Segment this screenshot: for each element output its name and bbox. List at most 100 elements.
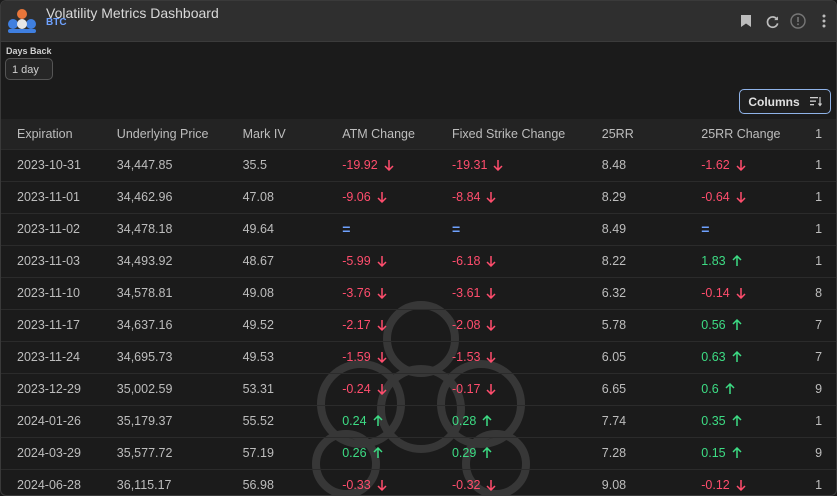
- underlying-price-cell: 34,637.16: [116, 318, 173, 332]
- expiration-cell: 2023-11-03: [17, 254, 81, 268]
- mark-iv-cell: 57.19: [242, 446, 274, 460]
- rr25-cell: 9.08: [601, 478, 627, 493]
- days-back-select[interactable]: 1 day: [5, 58, 53, 80]
- rr25-change-cell: -1.62: [685, 149, 799, 181]
- expiration-cell: 2024-03-29: [17, 446, 81, 460]
- extra-column-cell: 1: [815, 190, 823, 204]
- table-row[interactable]: 2023-11-03 34,493.92 48.67 -5.99 -6.18 8.22 1.…: [1, 245, 836, 277]
- expiration-cell: 2024-06-28: [17, 478, 81, 493]
- arrow-up-icon: [373, 447, 383, 458]
- rr25-cell: 8.49: [601, 222, 627, 236]
- arrow-up-icon: [732, 415, 742, 426]
- change-value: -0.12: [701, 478, 730, 493]
- atm-change-cell: -3.76: [326, 277, 436, 309]
- table-row[interactable]: 2023-11-24 34,695.73 49.53 -1.59 -1.53 6.05 0.…: [1, 341, 836, 373]
- extra-column-cell: 1: [815, 222, 823, 236]
- column-header[interactable]: Mark IV: [227, 119, 327, 149]
- arrow-down-icon: [493, 160, 503, 171]
- underlying-price-cell: 34,478.18: [116, 222, 173, 236]
- fixed-strike-change-cell: -2.08: [436, 309, 586, 341]
- arrow-down-icon: [736, 288, 746, 299]
- column-header[interactable]: Underlying Price: [101, 119, 227, 149]
- arrow-up-icon: [732, 447, 742, 458]
- bookmark-icon[interactable]: [738, 13, 754, 29]
- underlying-price-cell: 34,578.81: [116, 286, 173, 300]
- mark-iv-cell: 55.52: [242, 414, 274, 428]
- change-value: -0.17: [451, 382, 481, 396]
- table-row[interactable]: 2023-10-31 34,447.85 35.5 -19.92 -19.31 8.48 -…: [1, 149, 836, 181]
- change-value: 0.26: [342, 446, 367, 460]
- info-icon[interactable]: [790, 13, 806, 29]
- underlying-price-cell: 34,695.73: [116, 350, 173, 364]
- fixed-strike-change-cell: -0.32: [436, 469, 586, 495]
- arrow-down-icon: [486, 352, 497, 363]
- change-value: 0.28: [451, 414, 477, 428]
- table-row[interactable]: 2023-11-02 34,478.18 49.64 = = 8.49 = 1: [1, 213, 836, 245]
- more-menu-icon[interactable]: [816, 13, 832, 29]
- table-row[interactable]: 2023-11-10 34,578.81 49.08 -3.76 -3.61 6.32 -0…: [1, 277, 836, 309]
- underlying-price-cell: 35,002.59: [116, 382, 173, 396]
- arrow-down-icon: [736, 160, 746, 171]
- change-value: -19.31: [451, 158, 488, 172]
- mark-iv-cell: 47.08: [242, 190, 274, 204]
- change-value: 0.24: [342, 414, 367, 428]
- change-value: -1.59: [342, 350, 371, 364]
- expiration-cell: 2023-12-29: [17, 382, 81, 396]
- equal-icon: =: [701, 221, 710, 237]
- underlying-price-cell: 35,179.37: [116, 414, 173, 428]
- table-row[interactable]: 2023-11-01 34,462.96 47.08 -9.06 -8.84 8.29 -0…: [1, 181, 836, 213]
- change-value: -2.08: [451, 318, 481, 332]
- atm-change-cell: -2.17: [326, 309, 436, 341]
- change-value: -19.92: [342, 158, 378, 172]
- change-value: 0.15: [701, 446, 726, 460]
- extra-column-cell: 1: [815, 158, 823, 172]
- change-value: -2.17: [342, 318, 371, 332]
- atm-change-cell: -0.33: [326, 469, 436, 495]
- change-value: -1.53: [451, 350, 481, 364]
- column-header[interactable]: 25RR: [586, 119, 685, 149]
- columns-button[interactable]: Columns: [739, 89, 831, 114]
- change-value: -1.62: [701, 158, 730, 172]
- arrow-down-icon: [377, 192, 387, 203]
- extra-column-cell: 8: [815, 286, 823, 300]
- table-row[interactable]: 2023-12-29 35,002.59 53.31 -0.24 -0.17 6.65 0.…: [1, 373, 836, 405]
- rr25-cell: 8.29: [601, 190, 627, 204]
- change-value: -8.84: [451, 190, 481, 204]
- column-header[interactable]: Expiration: [1, 119, 101, 149]
- rr25-cell: 7.28: [601, 446, 627, 460]
- rr25-change-cell: -0.14: [685, 277, 799, 309]
- table-row[interactable]: 2023-11-17 34,637.16 49.52 -2.17 -2.08 5.78 0.…: [1, 309, 836, 341]
- rr25-cell: 6.65: [601, 382, 627, 396]
- change-value: -0.32: [451, 478, 481, 493]
- change-value: -5.99: [342, 254, 371, 268]
- arrow-down-icon: [377, 480, 387, 492]
- column-header[interactable]: Fixed Strike Change: [436, 119, 586, 149]
- atm-change-cell: -19.92: [326, 149, 436, 181]
- fixed-strike-change-cell: -8.84: [436, 181, 586, 213]
- volatility-table: Expiration Underlying Price Mark IV ATM Cha…: [1, 119, 836, 495]
- table-row[interactable]: 2024-01-26 35,179.37 55.52 0.24 0.28 7.74 0.35…: [1, 405, 836, 437]
- mark-iv-cell: 56.98: [242, 478, 274, 493]
- dashboard-window: Volatility Metrics Dashboard BTC Days Ba…: [0, 0, 837, 496]
- column-header[interactable]: ATM Change: [326, 119, 436, 149]
- columns-button-label: Columns: [748, 94, 800, 109]
- underlying-price-cell: 34,447.85: [116, 158, 173, 172]
- change-value: -6.18: [451, 254, 481, 268]
- change-value: 0.29: [451, 446, 477, 460]
- expiration-cell: 2023-11-02: [17, 222, 81, 236]
- arrow-up-icon: [725, 383, 735, 394]
- arrow-down-icon: [486, 480, 497, 492]
- table-row[interactable]: 2024-03-29 35,577.72 57.19 0.26 0.29 7.28 0.15…: [1, 437, 836, 469]
- fixed-strike-change-cell: -1.53: [436, 341, 586, 373]
- rr25-cell: 8.22: [601, 254, 627, 268]
- column-header[interactable]: 1: [799, 119, 836, 149]
- underlying-price-cell: 36,115.17: [116, 478, 172, 493]
- column-header[interactable]: 25RR Change: [685, 119, 799, 149]
- mark-iv-cell: 49.52: [242, 318, 274, 332]
- refresh-icon[interactable]: [764, 13, 780, 29]
- rr25-cell: 6.05: [601, 350, 627, 364]
- atm-change-cell: -9.06: [326, 181, 436, 213]
- table-row[interactable]: 2024-06-28 36,115.17 56.98 -0.33 -0.32 9.08 -0…: [1, 469, 836, 495]
- columns-filter-icon: [809, 97, 822, 107]
- expiration-cell: 2023-11-10: [17, 286, 81, 300]
